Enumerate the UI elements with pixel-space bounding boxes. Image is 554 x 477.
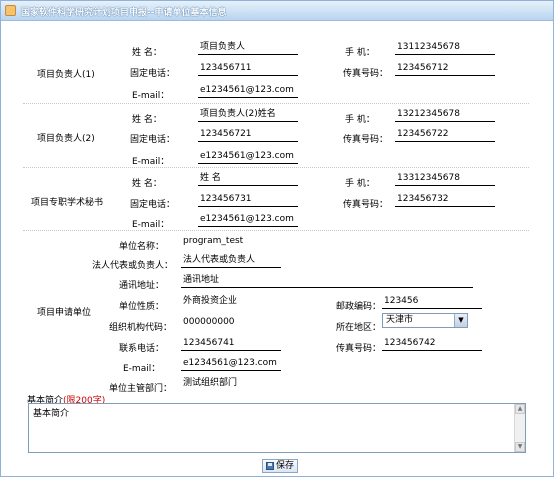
unit-nature-label: 单位性质： bbox=[119, 302, 165, 312]
form-icon bbox=[5, 5, 16, 16]
contact-phone-label: 联系电话： bbox=[119, 344, 165, 354]
leader1-phone-label: 固定电话： bbox=[130, 69, 176, 79]
secretary-phone-label: 固定电话： bbox=[130, 200, 176, 210]
title-bar: 国家软件科学研究计划项目申报--申请单位基本信息 bbox=[1, 1, 553, 21]
leader1-email-label: E-mail： bbox=[132, 91, 170, 101]
secretary-name-field[interactable]: 姓 名 bbox=[198, 172, 298, 186]
address-label: 通讯地址： bbox=[119, 281, 165, 291]
leader1-phone-field[interactable]: 123456711 bbox=[198, 62, 298, 76]
secretary-fax-label: 传真号码： bbox=[343, 200, 389, 210]
postcode-field[interactable]: 123456 bbox=[382, 295, 482, 309]
dept-field[interactable]: 测试组织部门 bbox=[181, 377, 281, 391]
leader2-phone-label: 固定电话： bbox=[130, 135, 176, 145]
leader2-fax-label: 传真号码： bbox=[343, 135, 389, 145]
secretary-fax-field[interactable]: 123456732 bbox=[395, 193, 495, 207]
leader2-mobile-field[interactable]: 13212345678 bbox=[395, 108, 495, 122]
contact-phone-field[interactable]: 123456741 bbox=[181, 337, 281, 351]
leader1-mobile-label: 手 机： bbox=[345, 48, 375, 58]
postcode-label: 邮政编码： bbox=[336, 302, 382, 312]
secretary-email-label: E-mail： bbox=[132, 220, 170, 230]
address-field[interactable]: 通讯地址 bbox=[181, 274, 473, 288]
leader2-phone-field[interactable]: 123456721 bbox=[198, 128, 298, 142]
unit-name-field[interactable]: program_test bbox=[181, 235, 301, 249]
org-code-label: 组织机构代码： bbox=[109, 323, 173, 333]
intro-textarea[interactable]: 基本简介 ▲ ▼ bbox=[28, 403, 526, 453]
intro-text: 基本简介 bbox=[33, 409, 70, 419]
scroll-down-icon[interactable]: ▼ bbox=[515, 442, 525, 452]
secretary-name-label: 姓 名： bbox=[132, 179, 162, 189]
leader2-mobile-label: 手 机： bbox=[345, 115, 375, 125]
org-code-field[interactable]: 000000000 bbox=[181, 316, 281, 330]
group-label-leader1: 项目负责人(1) bbox=[37, 70, 95, 80]
unit-name-label: 单位名称： bbox=[119, 242, 165, 252]
leader1-fax-label: 传真号码： bbox=[343, 69, 389, 79]
secretary-phone-field[interactable]: 123456731 bbox=[198, 193, 298, 207]
secretary-mobile-field[interactable]: 13312345678 bbox=[395, 172, 495, 186]
scroll-up-icon[interactable]: ▲ bbox=[515, 404, 525, 414]
unit-email-label: E-mail： bbox=[123, 364, 161, 374]
unit-email-field[interactable]: e1234561@123.com bbox=[181, 357, 281, 371]
leader2-fax-field[interactable]: 123456722 bbox=[395, 128, 495, 142]
unit-fax-label: 传真号码： bbox=[336, 344, 382, 354]
leader1-fax-field[interactable]: 123456712 bbox=[395, 62, 495, 76]
legal-rep-label: 法人代表或负责人： bbox=[92, 261, 174, 271]
group-label-secretary: 项目专职学术秘书 bbox=[31, 198, 104, 208]
secretary-mobile-label: 手 机： bbox=[345, 179, 375, 189]
secretary-email-field[interactable]: e1234561@123.com bbox=[198, 213, 298, 227]
leader1-email-field[interactable]: e1234561@123.com bbox=[198, 84, 298, 98]
leader2-email-label: E-mail： bbox=[132, 157, 170, 167]
leader1-name-field[interactable]: 项目负责人 bbox=[198, 41, 298, 55]
group-label-unit: 项目申请单位 bbox=[37, 308, 92, 318]
leader2-name-field[interactable]: 项目负责人(2)姓名 bbox=[198, 108, 298, 122]
window-title: 国家软件科学研究计划项目申报--申请单位基本信息 bbox=[21, 8, 227, 18]
chevron-down-icon[interactable]: ▼ bbox=[454, 314, 467, 327]
divider bbox=[23, 167, 529, 168]
leader2-email-field[interactable]: e1234561@123.com bbox=[198, 150, 298, 164]
application-window: 国家软件科学研究计划项目申报--申请单位基本信息 项目负责人(1) 姓 名： 项… bbox=[0, 0, 554, 477]
unit-fax-field[interactable]: 123456742 bbox=[382, 337, 482, 351]
leader2-name-label: 姓 名： bbox=[132, 115, 162, 125]
region-label: 所在地区： bbox=[336, 323, 382, 333]
floppy-icon bbox=[266, 462, 274, 470]
unit-nature-field[interactable]: 外商投资企业 bbox=[181, 295, 281, 309]
save-label: 保存 bbox=[276, 461, 295, 471]
leader1-name-label: 姓 名： bbox=[132, 48, 162, 58]
save-button[interactable]: 保存 bbox=[262, 459, 298, 473]
region-select[interactable]: 天津市 ▼ bbox=[382, 313, 468, 328]
region-selected-value: 天津市 bbox=[386, 315, 414, 325]
divider bbox=[23, 230, 529, 231]
scrollbar[interactable]: ▲ ▼ bbox=[514, 404, 525, 452]
divider bbox=[23, 103, 529, 104]
legal-rep-field[interactable]: 法人代表或负责人 bbox=[181, 254, 281, 268]
dept-label: 单位主管部门： bbox=[109, 384, 173, 394]
leader1-mobile-field[interactable]: 13112345678 bbox=[395, 41, 495, 55]
group-label-leader2: 项目负责人(2) bbox=[37, 134, 95, 144]
